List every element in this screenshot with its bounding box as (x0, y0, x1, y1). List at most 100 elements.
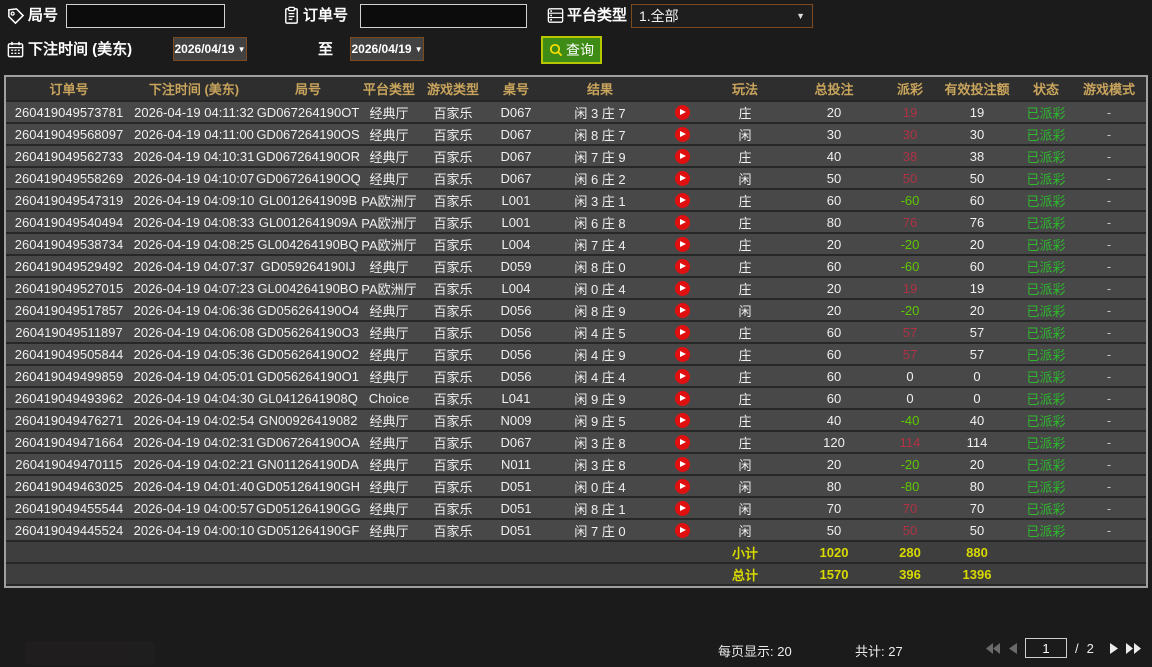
cell-table-no: D051 (488, 519, 544, 542)
cell-play (656, 431, 708, 454)
cell-status: 已派彩 (1020, 233, 1072, 256)
cell-side: 庄 (708, 387, 782, 410)
table-row: 260419049538734 2026-04-19 04:08:25 GL0042… (6, 233, 1146, 256)
cell-bet: 40 (782, 409, 886, 432)
replay-play-icon[interactable] (674, 171, 690, 187)
replay-play-icon[interactable] (674, 237, 690, 253)
replay-play-icon[interactable] (674, 435, 690, 451)
first-page-button[interactable] (986, 642, 1001, 654)
replay-play-icon[interactable] (674, 215, 690, 231)
cell-time: 2026-04-19 04:05:01 (132, 365, 256, 388)
cell-platform: 经典厅 (360, 409, 418, 432)
cell-table-no: D067 (488, 431, 544, 454)
query-button-label: 查询 (566, 42, 594, 58)
game-no-input[interactable] (66, 4, 225, 28)
cell-round: GN011264190DA (256, 453, 360, 476)
replay-play-icon[interactable] (674, 105, 690, 121)
cell-valid: 50 (934, 519, 1020, 542)
platform-type-select[interactable]: 1.全部 ▼ (631, 4, 813, 28)
prev-page-button[interactable] (1009, 642, 1017, 654)
replay-play-icon[interactable] (674, 457, 690, 473)
cell-payout: 0 (886, 387, 934, 410)
cell-bet: 20 (782, 233, 886, 256)
cell-payout: -40 (886, 409, 934, 432)
cell-time: 2026-04-19 04:10:31 (132, 145, 256, 168)
replay-play-icon[interactable] (674, 347, 690, 363)
cell-platform: PA欧洲厅 (360, 277, 418, 300)
date-to-picker[interactable]: 2026/04/19 ▼ (350, 37, 424, 61)
cell-valid: 60 (934, 255, 1020, 278)
cell-play (656, 387, 708, 410)
replay-play-icon[interactable] (674, 259, 690, 275)
cell-payout: 76 (886, 211, 934, 234)
last-page-button[interactable] (1125, 642, 1141, 654)
col-round-no: 局号 (256, 77, 360, 102)
cell-mode: - (1072, 277, 1146, 300)
cell-order: 260419049470115 (6, 453, 132, 476)
cell-order: 260419049547319 (6, 189, 132, 212)
replay-play-icon[interactable] (674, 281, 690, 297)
replay-play-icon[interactable] (674, 413, 690, 429)
cell-game: 百家乐 (418, 123, 488, 146)
replay-play-icon[interactable] (674, 523, 690, 539)
cell-payout: -60 (886, 189, 934, 212)
page-separator: / (1075, 640, 1079, 656)
cell-time: 2026-04-19 04:11:00 (132, 123, 256, 146)
cell-platform: 经典厅 (360, 145, 418, 168)
order-no-input[interactable] (360, 4, 527, 28)
subtotal-valid: 880 (934, 541, 1020, 564)
replay-play-icon[interactable] (674, 369, 690, 385)
cell-time: 2026-04-19 04:04:30 (132, 387, 256, 410)
page-number-input[interactable] (1025, 638, 1067, 658)
cell-valid: 19 (934, 101, 1020, 124)
cell-platform: PA欧洲厅 (360, 233, 418, 256)
cell-bet: 40 (782, 145, 886, 168)
cell-table-no: N011 (488, 453, 544, 476)
cell-table-no: L001 (488, 211, 544, 234)
replay-play-icon[interactable] (674, 149, 690, 165)
replay-play-icon[interactable] (674, 325, 690, 341)
cell-status: 已派彩 (1020, 497, 1072, 520)
cell-table-no: D056 (488, 365, 544, 388)
cell-game: 百家乐 (418, 101, 488, 124)
cell-side: 庄 (708, 409, 782, 432)
order-no-label: 订单号 (303, 7, 349, 24)
replay-play-icon[interactable] (674, 501, 690, 517)
replay-play-icon[interactable] (674, 127, 690, 143)
table-row: 260419049573781 2026-04-19 04:11:32 GD0672… (6, 101, 1146, 124)
query-button[interactable]: 查询 (541, 36, 602, 64)
page-size-label: 每页显示: 20 (718, 644, 792, 659)
platform-type-label: 平台类型 (567, 7, 628, 24)
cell-table-no: D067 (488, 123, 544, 146)
cell-payout: 50 (886, 519, 934, 542)
cell-result: 闲 4 庄 4 (544, 365, 656, 388)
cell-mode: - (1072, 101, 1146, 124)
cell-platform: 经典厅 (360, 453, 418, 476)
cell-platform: PA欧洲厅 (360, 211, 418, 234)
next-page-button[interactable] (1109, 642, 1118, 654)
cell-valid: 0 (934, 365, 1020, 388)
cell-bet: 60 (782, 255, 886, 278)
date-from-picker[interactable]: 2026/04/19 ▼ (173, 37, 247, 61)
cell-status: 已派彩 (1020, 365, 1072, 388)
cell-order: 260419049558269 (6, 167, 132, 190)
cell-mode: - (1072, 299, 1146, 322)
replay-play-icon[interactable] (674, 479, 690, 495)
platform-type-value: 1.全部 (639, 8, 679, 24)
cell-valid: 38 (934, 145, 1020, 168)
replay-play-icon[interactable] (674, 193, 690, 209)
cell-valid: 114 (934, 431, 1020, 454)
cell-game: 百家乐 (418, 233, 488, 256)
cell-order: 260419049529492 (6, 255, 132, 278)
replay-play-icon[interactable] (674, 391, 690, 407)
cell-result: 闲 3 庄 1 (544, 189, 656, 212)
cell-play (656, 475, 708, 498)
replay-play-icon[interactable] (674, 303, 690, 319)
cell-round: GD067264190OA (256, 431, 360, 454)
col-valid-bet: 有效投注额 (934, 77, 1020, 102)
cell-game: 百家乐 (418, 475, 488, 498)
date-from-value: 2026/04/19 (174, 42, 235, 56)
cell-time: 2026-04-19 04:00:10 (132, 519, 256, 542)
cell-mode: - (1072, 343, 1146, 366)
cell-time: 2026-04-19 04:09:10 (132, 189, 256, 212)
